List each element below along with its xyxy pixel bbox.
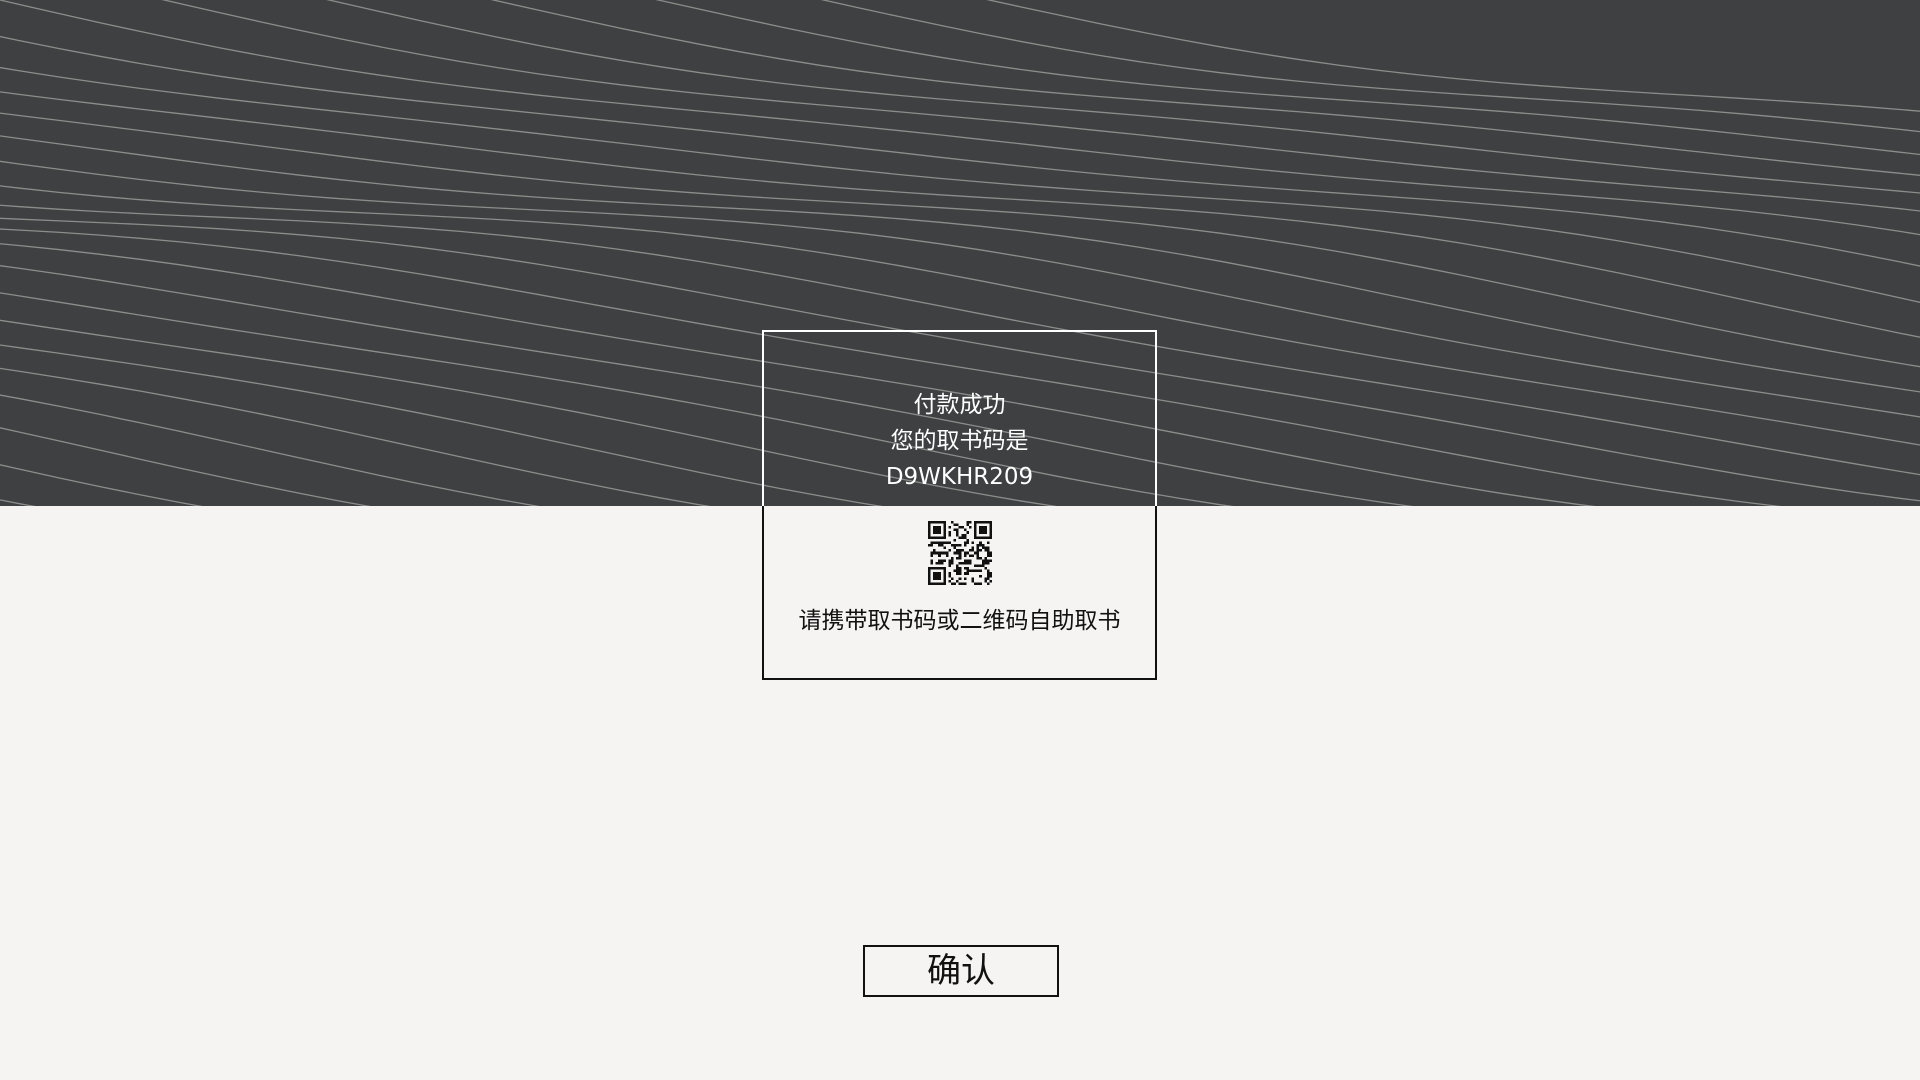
wave-line [0,0,1920,236]
wave-line [0,35,1920,267]
wave-line [0,91,1920,338]
pickup-hint: 请携带取书码或二维码自助取书 [798,608,1121,634]
wave-line [161,0,1920,212]
pickup-code-label: 您的取书码是 [890,428,1029,454]
qr-code-icon [928,521,992,585]
confirm-button[interactable]: 确认 [863,945,1059,997]
pickup-success-screen: 付款成功 您的取书码是 D9WKHR209 请携带取书码或二维码自助取书 确认 [0,0,1920,1080]
pickup-code-value: D9WKHR209 [885,464,1034,490]
wave-line [655,0,1920,156]
payment-success-title: 付款成功 [913,392,1006,418]
wave-line [490,0,1920,176]
wave-line [986,0,1920,112]
wave-line [820,0,1920,133]
